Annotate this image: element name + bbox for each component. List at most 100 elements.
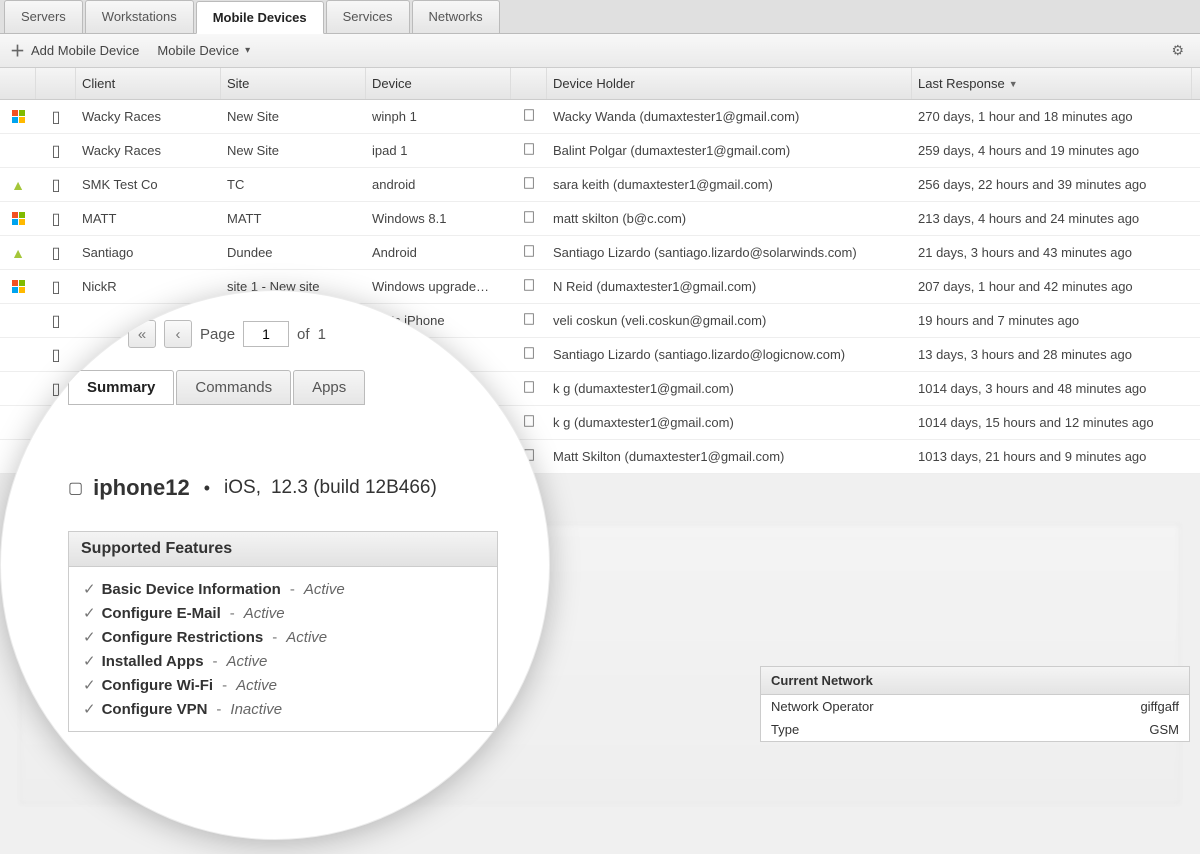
cell-device: Android xyxy=(366,245,511,260)
col-client[interactable]: Client xyxy=(76,68,221,99)
detail-subtabs: Summary Commands Apps xyxy=(68,370,522,405)
phone-icon: ▯ xyxy=(52,175,61,195)
cell-last: 256 days, 22 hours and 39 minutes ago xyxy=(912,177,1192,192)
building-icon xyxy=(522,346,536,363)
phone-icon: ▯ xyxy=(52,107,61,127)
feature-name: Configure E-Mail xyxy=(102,605,221,622)
phone-icon: ▯ xyxy=(52,277,61,297)
feature-status: Active xyxy=(227,653,268,670)
check-icon: ✓ xyxy=(83,676,96,694)
building-icon xyxy=(522,380,536,397)
page-prev-button[interactable]: ‹ xyxy=(164,320,192,348)
android-icon: ▲ xyxy=(11,177,25,193)
feature-item: ✓Basic Device Information-Active xyxy=(83,577,483,601)
magnifier-overlay: « ‹ Page of 1 Summary Commands Apps ▢ ip… xyxy=(0,290,550,840)
col-last-label: Last Response xyxy=(918,76,1005,91)
check-icon: ✓ xyxy=(83,652,96,670)
building-icon xyxy=(522,278,536,295)
windows-icon xyxy=(12,212,25,225)
cell-site: Dundee xyxy=(221,245,366,260)
cell-site: New Site xyxy=(221,143,366,158)
current-network-title: Current Network xyxy=(761,667,1189,695)
tab-mobile-devices[interactable]: Mobile Devices xyxy=(196,1,324,34)
cell-device: android xyxy=(366,177,511,192)
cell-client: MATT xyxy=(76,211,221,226)
feature-name: Configure VPN xyxy=(102,701,208,718)
feature-item: ✓Configure Wi-Fi-Active xyxy=(83,673,483,697)
chevron-down-icon: ▾ xyxy=(245,45,250,56)
col-device[interactable]: Device xyxy=(366,68,511,99)
toolbar: ＋ Add Mobile Device Mobile Device ▾ ⚙ xyxy=(0,34,1200,68)
feature-item: ✓Configure Restrictions-Active xyxy=(83,625,483,649)
mobile-device-menu[interactable]: Mobile Device ▾ xyxy=(157,43,250,58)
table-row[interactable]: ▲▯SMK Test CoTCandroidsara keith (dumaxt… xyxy=(0,168,1200,202)
network-type-label: Type xyxy=(771,722,799,737)
feature-name: Configure Wi-Fi xyxy=(102,677,214,694)
cell-device: Windows 8.1 xyxy=(366,211,511,226)
feature-name: Installed Apps xyxy=(102,653,204,670)
feature-name: Configure Restrictions xyxy=(102,629,264,646)
plus-icon: ＋ xyxy=(10,40,25,61)
subtab-summary[interactable]: Summary xyxy=(68,370,174,405)
tab-networks[interactable]: Networks xyxy=(412,0,500,33)
supported-features-panel: Supported Features ✓Basic Device Informa… xyxy=(68,531,498,732)
feature-status: Inactive xyxy=(230,701,282,718)
table-row[interactable]: ▲▯SantiagoDundeeAndroidSantiago Lizardo … xyxy=(0,236,1200,270)
cell-last: 1014 days, 3 hours and 48 minutes ago xyxy=(912,381,1192,396)
page-input[interactable] xyxy=(243,321,289,347)
current-network-panel: Current Network Network Operator giffgaf… xyxy=(760,666,1190,742)
cell-client: Santiago xyxy=(76,245,221,260)
cell-device: winph 1 xyxy=(366,109,511,124)
cell-client: NickR xyxy=(76,279,221,294)
check-icon: ✓ xyxy=(83,580,96,598)
table-row[interactable]: ▯MATTMATTWindows 8.1matt skilton (b@c.co… xyxy=(0,202,1200,236)
phone-icon: ▯ xyxy=(52,141,61,161)
phone-icon: ▯ xyxy=(52,243,61,263)
cell-holder: k g (dumaxtester1@gmail.com) xyxy=(547,415,912,430)
feature-status: Active xyxy=(244,605,285,622)
feature-status: Active xyxy=(304,581,345,598)
cell-last: 259 days, 4 hours and 19 minutes ago xyxy=(912,143,1192,158)
feature-status: Active xyxy=(236,677,277,694)
check-icon: ✓ xyxy=(83,628,96,646)
col-site[interactable]: Site xyxy=(221,68,366,99)
col-last-response[interactable]: Last Response ▼ xyxy=(912,68,1192,99)
add-label: Add Mobile Device xyxy=(31,43,139,58)
cell-last: 19 hours and 7 minutes ago xyxy=(912,313,1192,328)
phone-icon: ▯ xyxy=(52,311,61,331)
building-icon xyxy=(522,108,536,125)
tab-servers[interactable]: Servers xyxy=(4,0,83,33)
network-operator-value: giffgaff xyxy=(1140,699,1179,714)
cell-holder: Wacky Wanda (dumaxtester1@gmail.com) xyxy=(547,109,912,124)
main-tabs: Servers Workstations Mobile Devices Serv… xyxy=(0,0,1200,34)
building-icon xyxy=(522,142,536,159)
feature-item: ✓Installed Apps-Active xyxy=(83,649,483,673)
table-row[interactable]: ▯Wacky RacesNew Siteipad 1Balint Polgar … xyxy=(0,134,1200,168)
page-of-label: of xyxy=(297,326,310,343)
cell-holder: Santiago Lizardo (santiago.lizardo@solar… xyxy=(547,245,912,260)
col-holder[interactable]: Device Holder xyxy=(547,68,912,99)
cell-site: New Site xyxy=(221,109,366,124)
cell-device: Windows upgrade… xyxy=(366,279,511,294)
add-mobile-device-button[interactable]: ＋ Add Mobile Device xyxy=(10,40,139,61)
subtab-apps[interactable]: Apps xyxy=(293,370,365,405)
building-icon xyxy=(522,210,536,227)
cell-device: ipad 1 xyxy=(366,143,511,158)
tab-services[interactable]: Services xyxy=(326,0,410,33)
cell-last: 13 days, 3 hours and 28 minutes ago xyxy=(912,347,1192,362)
cell-holder: sara keith (dumaxtester1@gmail.com) xyxy=(547,177,912,192)
cell-last: 1013 days, 21 hours and 9 minutes ago xyxy=(912,449,1192,464)
network-operator-label: Network Operator xyxy=(771,699,874,714)
phone-icon: ▯ xyxy=(52,345,61,365)
subtab-commands[interactable]: Commands xyxy=(176,370,291,405)
menu-label: Mobile Device xyxy=(157,43,239,58)
device-name: iphone12 xyxy=(93,475,190,501)
cell-holder: Balint Polgar (dumaxtester1@gmail.com) xyxy=(547,143,912,158)
table-row[interactable]: ▯NickRsite 1 - New siteWindows upgrade…N… xyxy=(0,270,1200,304)
table-row[interactable]: ▯Wacky RacesNew Sitewinph 1Wacky Wanda (… xyxy=(0,100,1200,134)
settings-gear-icon[interactable]: ⚙ xyxy=(1171,42,1190,59)
grid-header: Client Site Device Device Holder Last Re… xyxy=(0,68,1200,100)
device-header: ▢ iphone12 • iOS, 12.3 (build 12B466) xyxy=(68,475,522,501)
bullet-separator: • xyxy=(204,478,210,499)
tab-workstations[interactable]: Workstations xyxy=(85,0,194,33)
